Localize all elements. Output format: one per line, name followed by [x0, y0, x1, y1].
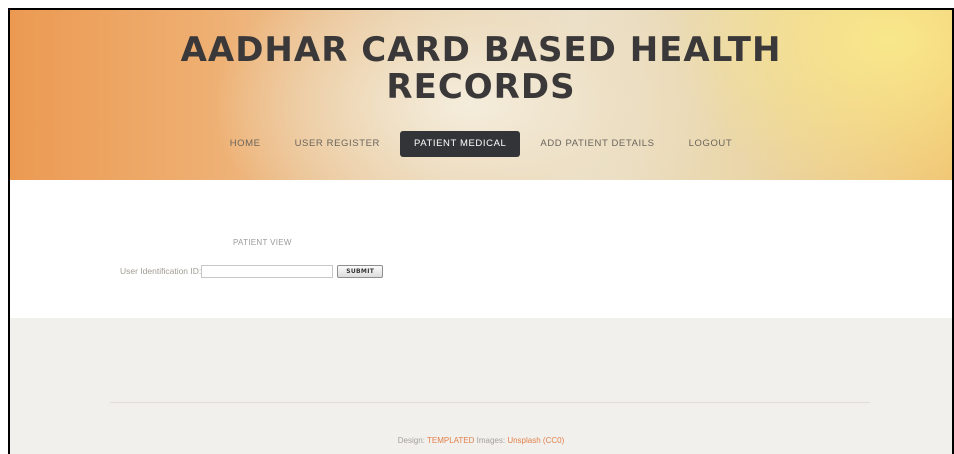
templated-link[interactable]: TEMPLATED: [427, 436, 474, 445]
unsplash-link[interactable]: Unsplash (CC0): [507, 436, 564, 445]
submit-button[interactable]: SUBMIT: [337, 264, 384, 278]
user-id-label: User Identification ID:: [120, 266, 202, 276]
design-credit-prefix: Design:: [397, 436, 425, 445]
main-nav: HOME USER REGISTER PATIENT MEDICAL ADD PATI…: [10, 131, 952, 157]
footer-divider: [110, 402, 870, 403]
footer: Design: TEMPLATED Images: Unsplash (CC0): [10, 318, 952, 454]
site-title-line-2: RECORDS: [386, 67, 576, 107]
user-id-input[interactable]: [201, 264, 334, 278]
patient-lookup-form: User Identification ID: SUBMIT: [120, 264, 384, 278]
nav-item-add-patient-details[interactable]: ADD PATIENT DETAILS: [526, 131, 668, 157]
site-title: AADHAR CARD BASED HEALTH RECORDS: [10, 32, 952, 106]
browser-viewport: AADHAR CARD BASED HEALTH RECORDS HOME USE…: [8, 8, 954, 454]
nav-item-user-register[interactable]: USER REGISTER: [281, 131, 394, 157]
nav-item-logout[interactable]: LOGOUT: [675, 131, 747, 157]
nav-item-patient-medical[interactable]: PATIENT MEDICAL: [400, 131, 521, 157]
main-content: PATIENT VIEW User Identification ID: SUB…: [10, 180, 952, 318]
footer-credits: Design: TEMPLATED Images: Unsplash (CC0): [10, 436, 952, 445]
nav-item-home[interactable]: HOME: [216, 131, 275, 157]
site-title-line-1: AADHAR CARD BASED HEALTH: [180, 30, 782, 70]
patient-view-heading: PATIENT VIEW: [233, 238, 292, 247]
header-banner: AADHAR CARD BASED HEALTH RECORDS HOME USE…: [10, 10, 952, 180]
images-credit-prefix: Images:: [476, 436, 506, 445]
